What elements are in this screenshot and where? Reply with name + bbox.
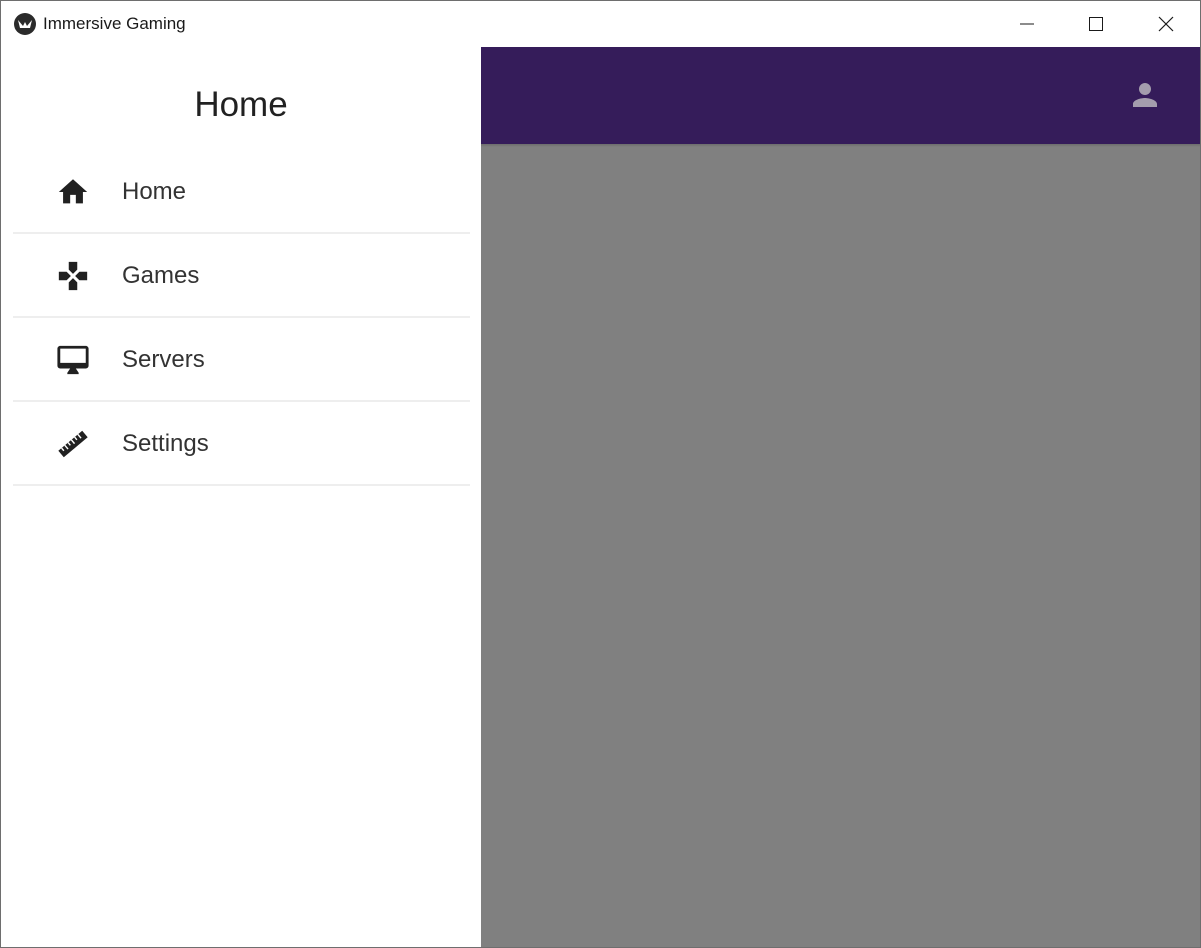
nav-item-label: Settings xyxy=(122,430,209,457)
top-app-bar xyxy=(481,47,1200,144)
account-icon[interactable] xyxy=(1127,77,1163,113)
close-icon xyxy=(1158,16,1174,32)
nav-item-servers[interactable]: Servers xyxy=(13,319,470,402)
close-button[interactable] xyxy=(1143,1,1189,47)
monitor-icon xyxy=(57,345,89,375)
nav-item-home[interactable]: Home xyxy=(13,151,470,234)
maximize-icon xyxy=(1089,17,1103,31)
nav-item-label: Servers xyxy=(122,346,205,373)
nav-item-label: Home xyxy=(122,178,187,205)
minimize-button[interactable] xyxy=(1004,1,1050,47)
ruler-icon xyxy=(58,430,88,458)
home-icon xyxy=(58,179,88,204)
app-logo-icon xyxy=(14,13,36,35)
app-window: Immersive Gaming Home Home Games Servers… xyxy=(0,0,1201,948)
window-title: Immersive Gaming xyxy=(43,14,186,33)
drawer-title: Home xyxy=(194,85,288,124)
title-bar[interactable]: Immersive Gaming xyxy=(1,1,1200,47)
toolbar-shadow xyxy=(481,144,1200,147)
content-scrim[interactable] xyxy=(481,47,1200,947)
navigation-drawer: Home Home Games Servers Settings xyxy=(1,47,481,947)
nav-item-label: Games xyxy=(122,262,200,289)
nav-item-games[interactable]: Games xyxy=(13,235,470,318)
minimize-icon xyxy=(1020,23,1034,25)
nav-item-settings[interactable]: Settings xyxy=(13,403,470,486)
gamepad-icon xyxy=(58,261,88,291)
maximize-button[interactable] xyxy=(1073,1,1119,47)
